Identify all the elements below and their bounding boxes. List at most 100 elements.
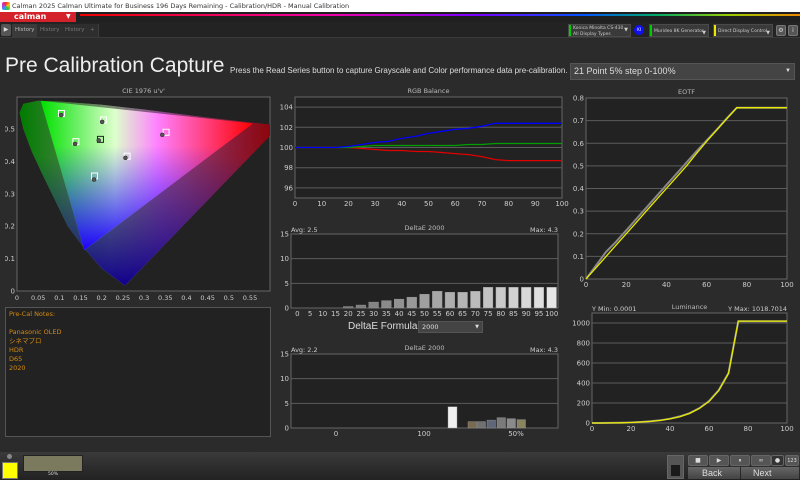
x-tick-label: 50 bbox=[420, 310, 429, 318]
series-select-value: 21 Point 5% step 0-100% bbox=[574, 66, 676, 76]
x-tick-label: 0.55 bbox=[243, 294, 257, 302]
series-select[interactable]: 21 Point 5% step 0-100% ▼ bbox=[570, 63, 795, 80]
y-tick-label: 96 bbox=[284, 184, 293, 192]
stop-icon[interactable]: ■ bbox=[688, 455, 708, 466]
counter-button[interactable]: 123 bbox=[785, 455, 799, 466]
chart-max-label: Y Max: 1018.7014 bbox=[727, 305, 787, 313]
x-tick-label: 35 bbox=[382, 310, 391, 318]
deltae-bar bbox=[533, 287, 544, 309]
deltae-bar bbox=[467, 421, 477, 429]
deltae-formula-select[interactable]: 2000 ▼ bbox=[418, 321, 483, 333]
y-tick-label: 0 bbox=[285, 425, 289, 433]
chevron-down-icon: ▼ bbox=[766, 30, 770, 36]
x-tick-label: 70 bbox=[477, 200, 486, 208]
generator-status bbox=[650, 25, 652, 36]
x-tick-label: 85 bbox=[509, 310, 518, 318]
chevron-down-icon: ▼ bbox=[475, 324, 479, 330]
info-icon[interactable]: i bbox=[788, 25, 798, 36]
meter-name: Konica Minolta CS-430 bbox=[573, 26, 624, 31]
y-tick-label: 0.2 bbox=[5, 223, 15, 231]
y-tick-label: 0.5 bbox=[573, 162, 584, 170]
chevron-down-icon[interactable]: ▼ bbox=[66, 12, 76, 22]
x-tick-label: 20 bbox=[627, 425, 636, 433]
pin-icon[interactable] bbox=[7, 454, 12, 459]
color-swatch[interactable] bbox=[2, 462, 18, 479]
x-tick-label: 100 bbox=[545, 310, 558, 318]
patch-icon bbox=[671, 465, 680, 476]
deltae-formula-label: DeltaE Formula bbox=[348, 321, 418, 332]
window-title: Calman 2025 Calman Ultimate for Business… bbox=[0, 0, 800, 12]
settings-icon[interactable]: ⚙ bbox=[776, 25, 786, 36]
x-tick-label: 0.45 bbox=[200, 294, 214, 302]
y-tick-label: 102 bbox=[280, 124, 293, 132]
y-tick-label: 0 bbox=[285, 305, 289, 313]
eotf-chart: EOTF00.10.20.30.40.50.60.70.80 20 40 60 80 10… bbox=[573, 88, 794, 289]
notes-textarea[interactable]: Pre-Cal Notes: Panasonic OLED シネマプロ HDR … bbox=[5, 307, 271, 437]
meter-selector[interactable]: Konica Minolta CS-430 All Display Types … bbox=[568, 24, 631, 37]
deltae-color-chart: DeltaE 2000 Avg: 2.2 Max: 4.3 0 5 10 15 0 100 50% bbox=[280, 344, 559, 438]
chart-title: DeltaE 2000 bbox=[404, 224, 444, 232]
display-selector[interactable]: Direct Display Control ▼ bbox=[713, 24, 773, 37]
back-button[interactable]: Back bbox=[688, 467, 740, 479]
x-tick-label: 25 bbox=[356, 310, 365, 318]
deltae-bar bbox=[368, 301, 379, 309]
continuous-icon[interactable]: ∞ bbox=[751, 455, 771, 466]
deltae-bar bbox=[483, 287, 494, 309]
next-button[interactable]: Next bbox=[741, 467, 799, 479]
deltae-bar bbox=[496, 417, 506, 429]
deltae-bar bbox=[457, 292, 468, 309]
y-tick-label: 0.4 bbox=[573, 185, 585, 193]
x-tick-label: 60 bbox=[702, 281, 711, 289]
x-tick-label: 80 bbox=[496, 310, 505, 318]
play-icon[interactable]: ▶ bbox=[1, 24, 11, 36]
x-tick-label: 0.1 bbox=[54, 294, 64, 302]
chart-max-label: Max: 4.3 bbox=[530, 226, 558, 234]
meter-badge[interactable]: KI bbox=[634, 25, 644, 35]
x-tick-label: 0.05 bbox=[31, 294, 45, 302]
chevron-down-icon: ▼ bbox=[702, 30, 706, 36]
play-icon[interactable]: ▶ bbox=[709, 455, 729, 466]
read-series-icon[interactable]: ⏸ bbox=[730, 455, 750, 466]
x-tick-label: 0 bbox=[295, 310, 299, 318]
x-tick-label: 60 bbox=[451, 200, 460, 208]
x-tick-label: 90 bbox=[522, 310, 531, 318]
luminance-chart: Luminance Y Min: 0.0001 Y Max: 1018.7014 0 2… bbox=[572, 303, 794, 433]
x-tick-label: 10 bbox=[317, 200, 326, 208]
deltae-bar bbox=[508, 287, 519, 309]
chart-title: CIE 1976 u'v' bbox=[122, 87, 165, 95]
x-tick-label: 60 bbox=[445, 310, 454, 318]
chart-avg-label: Y Min: 0.0001 bbox=[591, 305, 637, 313]
y-tick-label: 600 bbox=[577, 360, 590, 368]
deltae-bar bbox=[419, 293, 430, 309]
patch-toggle[interactable] bbox=[667, 455, 684, 479]
measured-white bbox=[96, 138, 102, 143]
x-tick-label: 40 bbox=[397, 200, 406, 208]
x-tick-label: 0 bbox=[584, 281, 588, 289]
y-tick-label: 0.1 bbox=[573, 253, 584, 261]
x-tick-label: 55 bbox=[433, 310, 442, 318]
y-tick-label: 0.4 bbox=[5, 158, 16, 166]
chevron-down-icon: ▼ bbox=[624, 27, 628, 33]
measured-green bbox=[58, 112, 64, 118]
chart-title: EOTF bbox=[678, 88, 695, 96]
x-tick-label: 30 bbox=[371, 200, 380, 208]
record-icon[interactable]: ● bbox=[771, 455, 784, 466]
deltae-bar bbox=[486, 419, 496, 429]
x-tick-label: 50 bbox=[424, 200, 433, 208]
y-tick-label: 0.8 bbox=[573, 95, 584, 103]
x-tick-label: 40 bbox=[662, 281, 671, 289]
x-tick-label: 5 bbox=[308, 310, 312, 318]
chart-max-label: Max: 4.3 bbox=[530, 346, 558, 354]
page-title: Pre Calibration Capture bbox=[5, 54, 225, 77]
x-tick-label: 0 bbox=[590, 425, 594, 433]
y-tick-label: 98 bbox=[284, 164, 293, 172]
deltae-bar bbox=[521, 287, 532, 309]
y-tick-label: 5 bbox=[285, 400, 289, 408]
deltae-bar bbox=[546, 287, 557, 309]
display-name: Direct Display Control bbox=[718, 29, 768, 34]
y-tick-label: 0.3 bbox=[5, 190, 15, 198]
calman-menu-button[interactable]: calman bbox=[0, 12, 76, 22]
deltae-bar bbox=[447, 406, 458, 429]
add-tab-button[interactable]: + bbox=[87, 24, 99, 37]
generator-selector[interactable]: Murideo 8K Generator ▼ bbox=[649, 24, 709, 37]
